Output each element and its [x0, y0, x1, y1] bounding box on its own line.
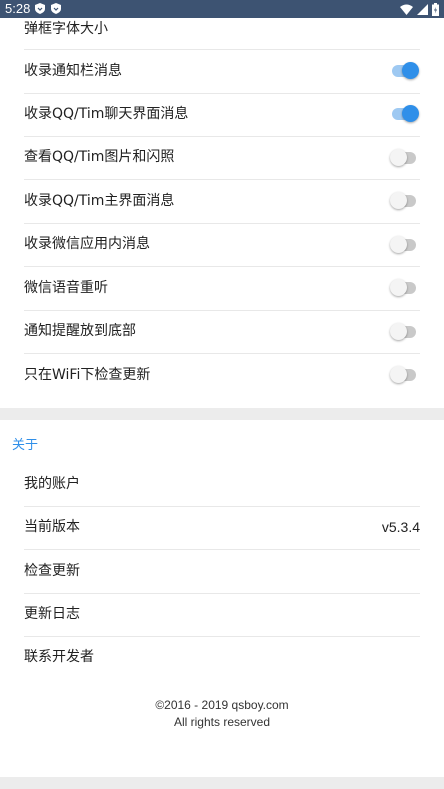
bottom-divider [0, 777, 444, 789]
settings-item-qq-main[interactable]: 收录QQ/Tim主界面消息 [24, 180, 420, 224]
settings-item-qq-images[interactable]: 查看QQ/Tim图片和闪照 [24, 137, 420, 180]
settings-item-notify-bottom[interactable]: 通知提醒放到底部 [24, 311, 420, 354]
settings-item-wechat[interactable]: 收录微信应用内消息 [24, 224, 420, 267]
battery-icon [432, 2, 439, 16]
settings-item-label: 只在WiFi下检查更新 [24, 367, 151, 383]
settings-item-label: 收录QQ/Tim聊天界面消息 [24, 106, 189, 122]
settings-item-label: 收录微信应用内消息 [24, 236, 150, 252]
version-value: v5.3.4 [381, 519, 420, 535]
status-time: 5:28 [5, 1, 31, 16]
settings-item-label: 微信语音重听 [24, 280, 108, 296]
toggle-switch[interactable] [390, 149, 416, 166]
about-item-contact[interactable]: 联系开发者 [24, 637, 420, 679]
toggle-switch[interactable] [392, 62, 419, 79]
about-item-label: 检查更新 [24, 563, 80, 579]
settings-item-wifi-update[interactable]: 只在WiFi下检查更新 [24, 354, 420, 397]
settings-item-qq-chat[interactable]: 收录QQ/Tim聊天界面消息 [24, 94, 420, 137]
status-icons [400, 2, 439, 16]
about-section-title: 关于 [12, 438, 39, 453]
shield-icon [35, 3, 45, 14]
settings-item-label: 弹框字体大小 [24, 21, 108, 37]
about-item-label: 当前版本 [24, 519, 80, 535]
settings-item-label: 收录通知栏消息 [24, 63, 122, 79]
toggle-switch[interactable] [390, 279, 416, 296]
about-item-changelog[interactable]: 更新日志 [24, 594, 420, 637]
shield-icon [51, 3, 61, 14]
about-item-label: 联系开发者 [24, 649, 94, 665]
wifi-icon [400, 4, 413, 15]
about-item-version[interactable]: 当前版本 v5.3.4 [24, 507, 420, 550]
section-divider [0, 408, 444, 420]
settings-item-label: 通知提醒放到底部 [24, 323, 136, 339]
copyright-text: ©2016 - 2019 qsboy.com [155, 698, 289, 712]
about-item-label: 更新日志 [24, 606, 80, 622]
toggle-switch[interactable] [390, 323, 416, 340]
about-item-account[interactable]: 我的账户 [24, 464, 420, 507]
toggle-switch[interactable] [390, 192, 416, 209]
about-item-label: 我的账户 [24, 476, 80, 492]
rights-text: All rights reserved [173, 715, 271, 729]
settings-item-font-size[interactable]: 弹框字体大小 [24, 18, 420, 50]
about-item-check-update[interactable]: 检查更新 [24, 550, 420, 594]
settings-item-label: 查看QQ/Tim图片和闪照 [24, 149, 175, 165]
settings-item-label: 收录QQ/Tim主界面消息 [24, 193, 175, 209]
cell-signal-icon [417, 3, 428, 15]
settings-item-wechat-voice[interactable]: 微信语音重听 [24, 267, 420, 311]
toggle-switch[interactable] [390, 366, 416, 383]
status-bar: 5:28 [0, 0, 444, 18]
toggle-switch[interactable] [392, 105, 419, 122]
settings-item-notification-bar[interactable]: 收录通知栏消息 [24, 50, 420, 94]
toggle-switch[interactable] [390, 236, 416, 253]
